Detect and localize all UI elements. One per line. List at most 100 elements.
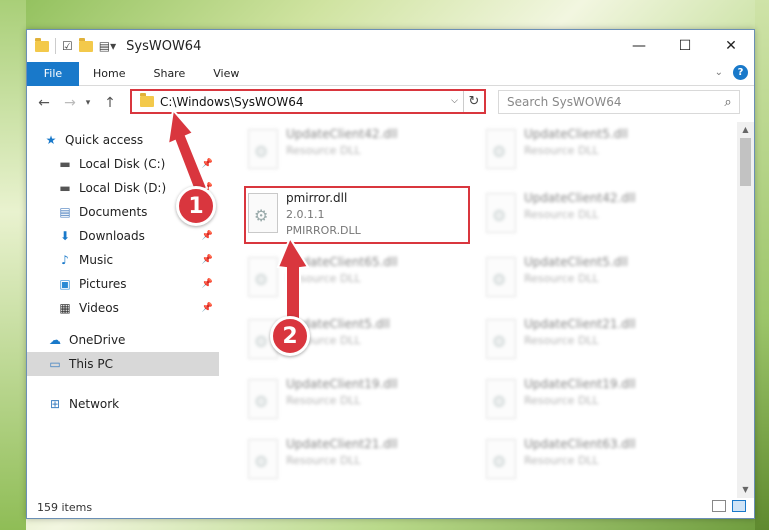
refresh-icon[interactable]: ↻ xyxy=(464,94,484,109)
list-item[interactable]: UpdateClient5.dll Resource DLL xyxy=(486,126,716,182)
new-folder-icon[interactable] xyxy=(78,37,93,52)
documents-icon: ▤ xyxy=(59,205,71,219)
window-controls: — ☐ ✕ xyxy=(616,30,754,62)
sidebar-item-label: Quick access xyxy=(65,133,144,147)
pin-icon[interactable]: 📌 xyxy=(202,159,213,169)
list-item[interactable]: UpdateClient42.dll Resource DLL xyxy=(486,190,716,246)
close-button[interactable]: ✕ xyxy=(708,30,754,62)
sidebar-item-this-pc[interactable]: ▭ This PC xyxy=(27,352,219,376)
sidebar-item-quick-access[interactable]: ★ Quick access xyxy=(27,128,219,152)
list-item[interactable]: UpdateClient5.dll Resource DLL xyxy=(486,254,716,310)
file-name: UpdateClient42.dll xyxy=(286,127,398,141)
file-type: Resource DLL xyxy=(286,454,361,467)
dll-file-icon xyxy=(486,193,516,233)
file-highlight-box xyxy=(244,186,470,244)
tab-view[interactable]: View xyxy=(199,62,253,86)
sidebar-item-onedrive[interactable]: ☁ OneDrive xyxy=(27,328,219,352)
file-name: UpdateClient19.dll xyxy=(286,377,398,391)
tiles-view-icon[interactable] xyxy=(732,500,746,512)
vertical-scrollbar[interactable]: ▲ ▼ xyxy=(737,122,754,498)
recent-locations-icon[interactable]: ▾ xyxy=(79,98,97,108)
pin-icon[interactable]: 📌 xyxy=(202,279,213,289)
downloads-icon: ⬇ xyxy=(59,229,71,243)
drive-icon: ▬ xyxy=(59,157,71,171)
address-path[interactable]: C:\Windows\SysWOW64 xyxy=(160,95,446,109)
ribbon-right-controls: ⌄ ? xyxy=(715,65,748,80)
minimize-button[interactable]: — xyxy=(616,30,662,62)
file-name: UpdateClient21.dll xyxy=(524,317,636,331)
callout-step-1: 1 xyxy=(176,186,216,226)
maximize-button[interactable]: ☐ xyxy=(662,30,708,62)
view-toggle xyxy=(712,500,746,512)
pictures-icon: ▣ xyxy=(59,277,71,291)
details-view-icon[interactable] xyxy=(712,500,726,512)
search-box[interactable]: ⌕ xyxy=(498,90,740,114)
file-type: Resource DLL xyxy=(524,454,599,467)
sidebar-item-network[interactable]: ⊞ Network xyxy=(27,392,219,416)
address-dropdown-icon[interactable]: ⌵ xyxy=(446,91,464,112)
file-name: UpdateClient5.dll xyxy=(524,255,628,269)
properties-icon[interactable]: ☑ xyxy=(62,39,73,53)
up-arrow-icon[interactable]: ↑ xyxy=(101,95,119,111)
file-type: Resource DLL xyxy=(286,394,361,407)
list-item[interactable]: UpdateClient42.dll Resource DLL xyxy=(248,126,478,182)
music-icon: ♪ xyxy=(61,253,69,267)
sidebar-item-label: Music xyxy=(79,253,114,267)
file-type: Resource DLL xyxy=(524,394,599,407)
list-item[interactable]: UpdateClient21.dll Resource DLL xyxy=(248,436,478,492)
sidebar-item-music[interactable]: ♪ Music 📌 xyxy=(27,248,219,272)
sidebar-item-downloads[interactable]: ⬇ Downloads 📌 xyxy=(27,224,219,248)
list-item[interactable]: UpdateClient19.dll Resource DLL xyxy=(248,376,478,432)
tab-file[interactable]: File xyxy=(27,61,79,86)
quick-access-toolbar: ☑ ▤▾ xyxy=(27,37,116,54)
videos-icon: ▦ xyxy=(59,301,71,315)
sidebar-item-videos[interactable]: ▦ Videos 📌 xyxy=(27,296,219,320)
expand-ribbon-icon[interactable]: ⌄ xyxy=(715,67,723,78)
sidebar-item-label: Documents xyxy=(79,205,148,219)
scroll-thumb[interactable] xyxy=(740,138,751,186)
scroll-up-icon[interactable]: ▲ xyxy=(737,122,754,138)
customize-toolbar-icon[interactable]: ▤▾ xyxy=(99,39,116,53)
file-name: UpdateClient19.dll xyxy=(524,377,636,391)
address-box[interactable]: C:\Windows\SysWOW64 ⌵ ↻ xyxy=(130,89,486,114)
dll-file-icon xyxy=(486,439,516,479)
sidebar-item-label: Pictures xyxy=(79,277,127,291)
navigation-pane: ★ Quick access ▬ Local Disk (C:) 📌 ▬ Loc… xyxy=(27,126,219,496)
dll-file-icon xyxy=(486,379,516,419)
sidebar-item-label: Local Disk (C:) xyxy=(79,157,166,171)
folder-icon xyxy=(140,93,154,107)
search-icon[interactable]: ⌕ xyxy=(717,95,739,110)
file-name: UpdateClient5.dll xyxy=(524,127,628,141)
pin-icon[interactable]: 📌 xyxy=(202,303,213,313)
tab-home[interactable]: Home xyxy=(79,62,139,86)
help-icon[interactable]: ? xyxy=(733,65,748,80)
folder-icon xyxy=(35,37,49,52)
sidebar-item-label: This PC xyxy=(69,357,113,371)
list-item[interactable]: UpdateClient19.dll Resource DLL xyxy=(486,376,716,432)
pin-icon[interactable]: 📌 xyxy=(202,255,213,265)
list-item[interactable]: UpdateClient21.dll Resource DLL xyxy=(486,316,716,372)
toolbar-separator xyxy=(55,38,56,54)
status-bar: 159 items xyxy=(27,496,754,518)
sidebar-item-label: Videos xyxy=(79,301,119,315)
network-icon: ⊞ xyxy=(49,397,61,411)
window-title: SysWOW64 xyxy=(126,38,202,54)
tab-share[interactable]: Share xyxy=(139,62,199,86)
file-type: Resource DLL xyxy=(286,144,361,157)
sidebar-item-local-disk-c[interactable]: ▬ Local Disk (C:) 📌 xyxy=(27,152,219,176)
pin-icon[interactable]: 📌 xyxy=(202,231,213,241)
forward-arrow-icon[interactable]: → xyxy=(61,95,79,111)
sidebar-item-label: Network xyxy=(69,397,120,411)
desktop-background-left xyxy=(0,0,26,530)
list-item[interactable]: UpdateClient65.dll Resource DLL xyxy=(248,254,478,310)
cloud-icon: ☁ xyxy=(49,333,61,347)
sidebar-item-label: Downloads xyxy=(79,229,145,243)
title-bar: ☑ ▤▾ SysWOW64 — ☐ ✕ xyxy=(27,30,754,62)
file-name: UpdateClient63.dll xyxy=(524,437,636,451)
list-item[interactable]: UpdateClient63.dll Resource DLL xyxy=(486,436,716,492)
back-arrow-icon[interactable]: ← xyxy=(35,95,53,111)
sidebar-item-pictures[interactable]: ▣ Pictures 📌 xyxy=(27,272,219,296)
dll-file-icon xyxy=(486,257,516,297)
file-type: Resource DLL xyxy=(524,334,599,347)
search-input[interactable] xyxy=(507,95,717,109)
